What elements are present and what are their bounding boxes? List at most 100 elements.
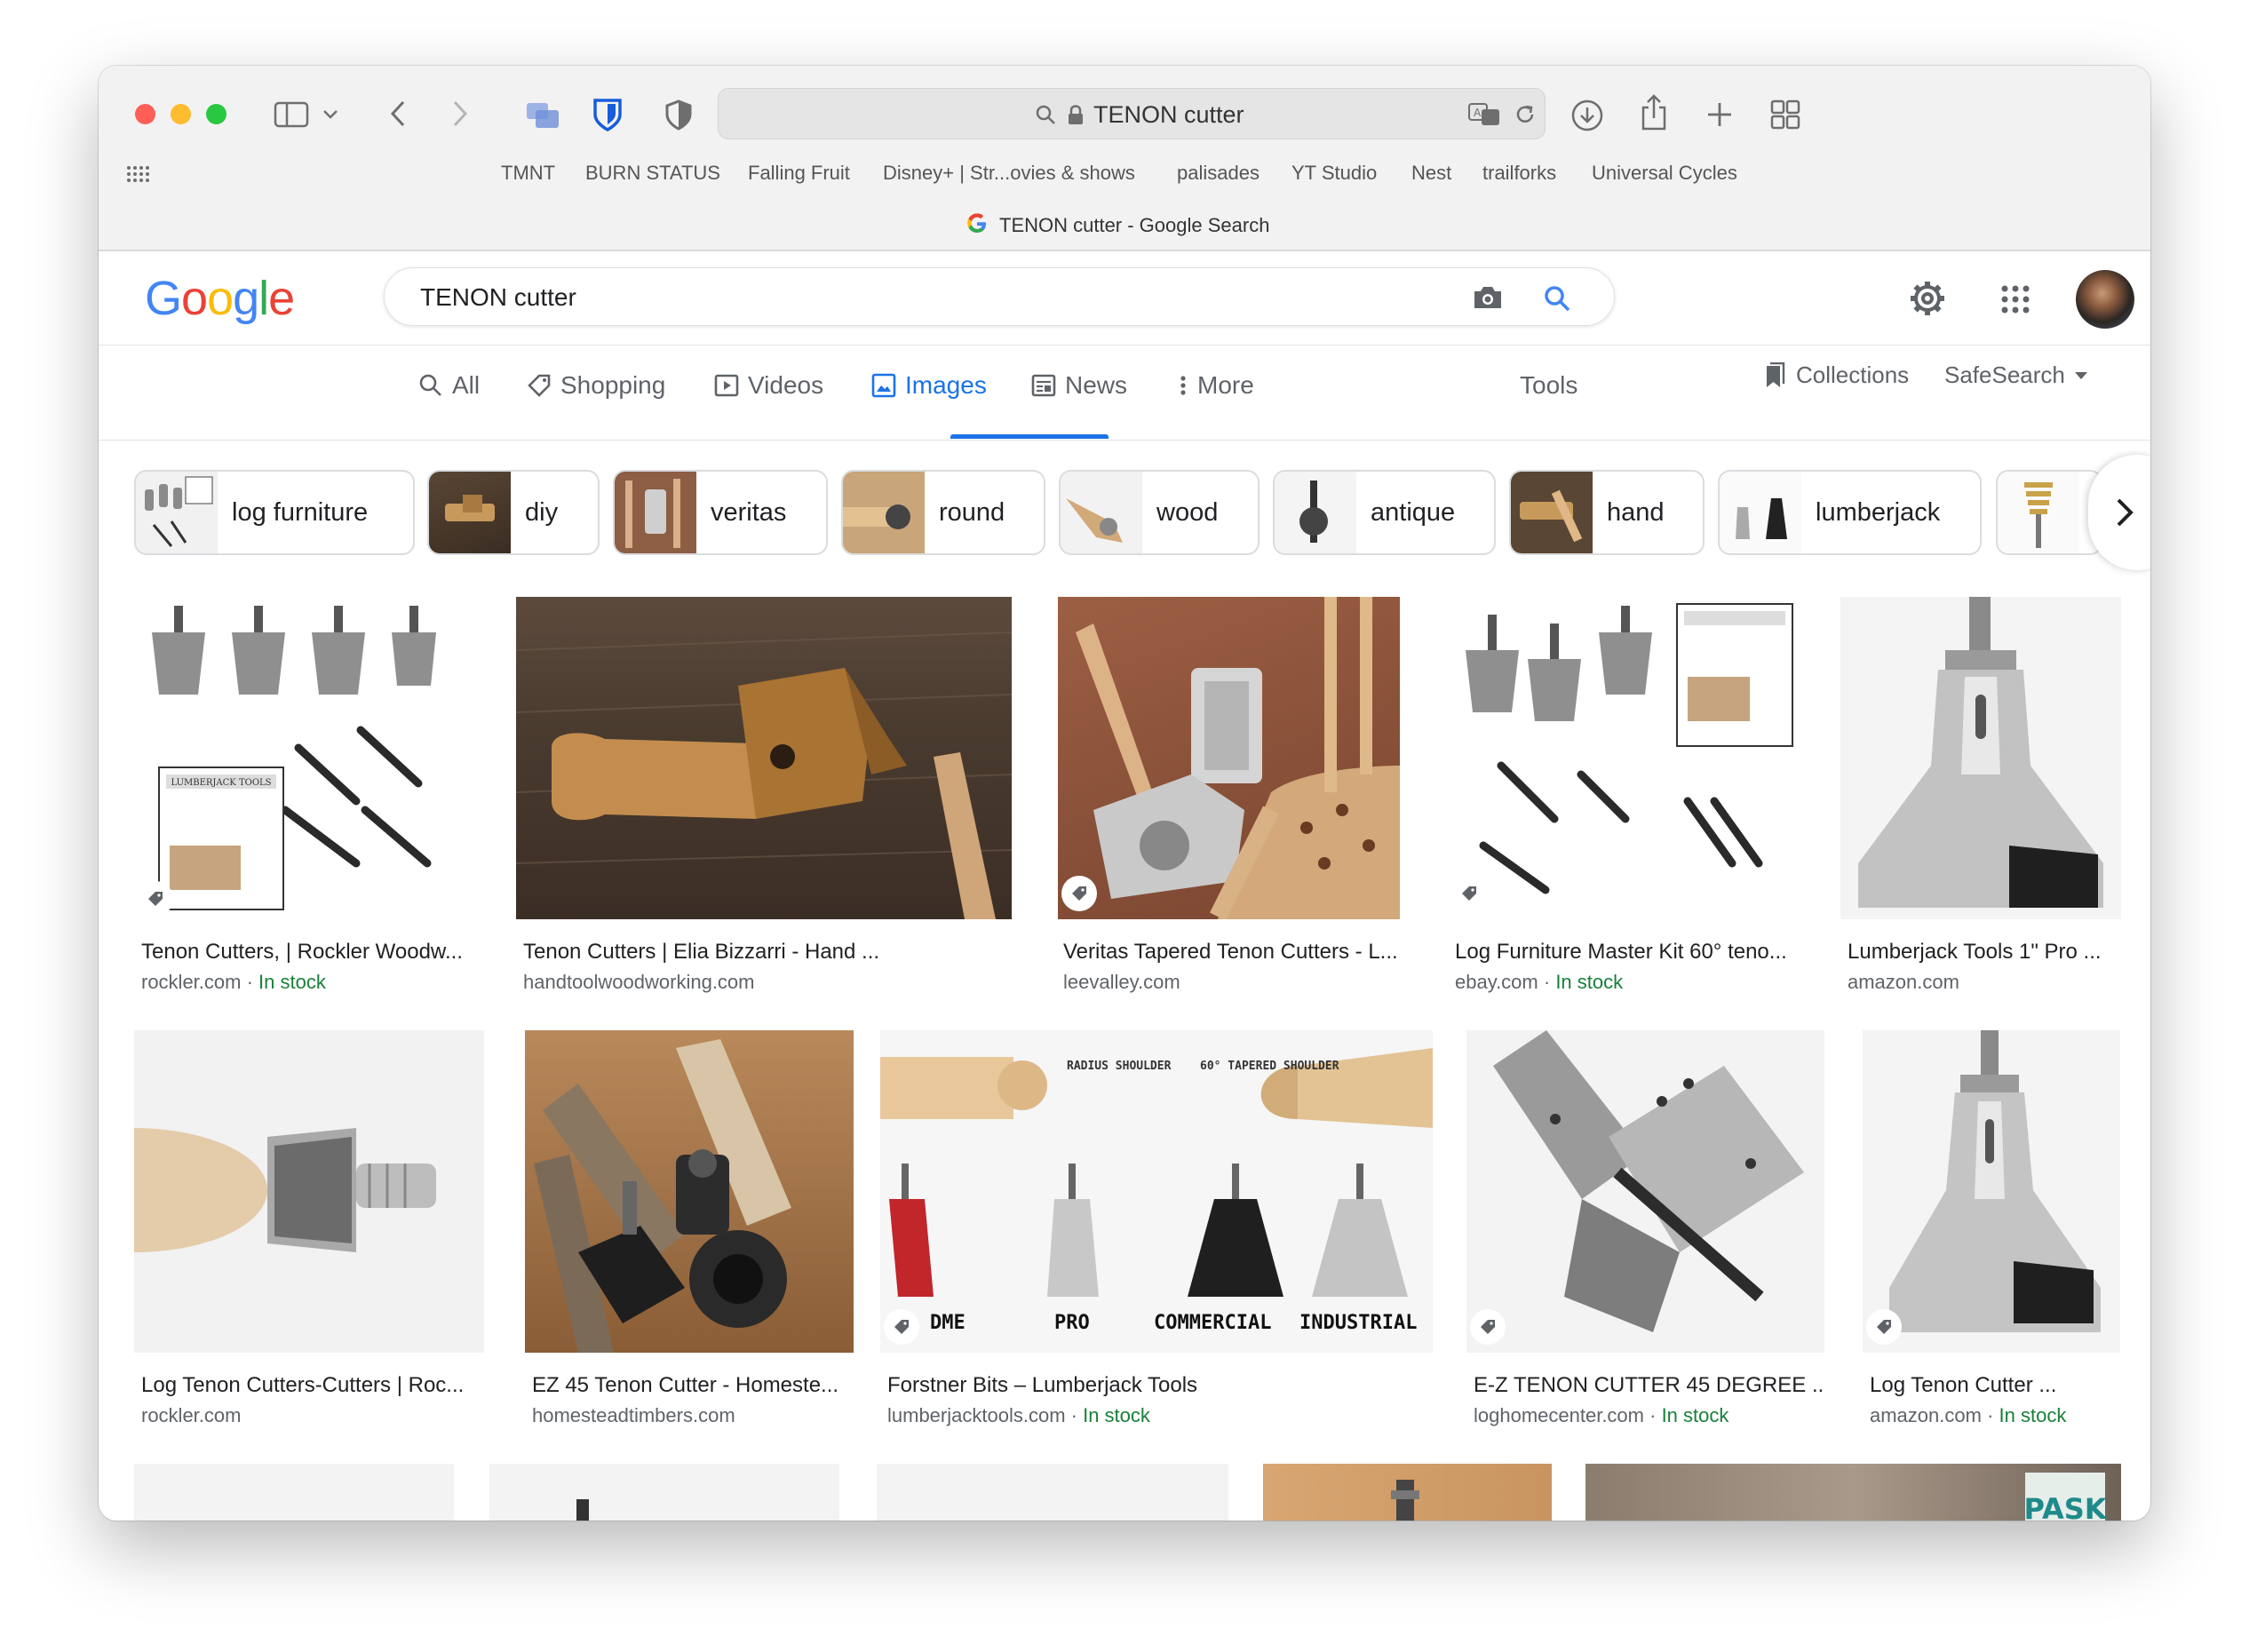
result-title[interactable]: E-Z TENON CUTTER 45 DEGREE ... [1474, 1373, 1824, 1398]
result-title[interactable]: Lumberjack Tools 1" Pro ... [1848, 940, 2123, 965]
avatar[interactable] [2076, 270, 2134, 329]
result-image[interactable] [1263, 1464, 1552, 1521]
result-title[interactable]: Log Furniture Master Kit 60° teno... [1455, 940, 1801, 965]
zoom-window-button[interactable] [206, 104, 226, 124]
chip-thumbnail [1720, 472, 1801, 553]
chip-round[interactable]: round [841, 470, 1045, 555]
result-image[interactable]: PASK [1585, 1464, 2121, 1521]
result-image[interactable] [1466, 1030, 1824, 1353]
price-tag-icon [1451, 876, 1487, 911]
reload-icon[interactable] [1512, 101, 1538, 128]
result-source: rockler.com · In stock [141, 971, 326, 993]
chip-label: veritas [711, 498, 787, 527]
bookmark-item[interactable]: Disney+ | Str...ovies & shows [883, 162, 1135, 185]
result-image[interactable] [489, 1464, 839, 1521]
bookmark-icon [1767, 361, 1785, 387]
price-tag-icon [884, 1309, 919, 1345]
result-source: homesteadtimbers.com [532, 1404, 735, 1426]
bookmarks-grid-icon[interactable] [125, 163, 150, 185]
chip-wood[interactable]: wood [1059, 470, 1260, 555]
minimize-window-button[interactable] [171, 104, 191, 124]
tab-label: More [1197, 371, 1254, 399]
bookmark-item[interactable]: trailforks [1482, 162, 1556, 185]
tab-all[interactable]: All [418, 371, 480, 400]
chip-veritas[interactable]: veritas [613, 470, 828, 555]
chip-partial[interactable] [1996, 470, 2102, 555]
forward-icon[interactable] [445, 98, 475, 130]
result-title[interactable]: Forstner Bits – Lumberjack Tools [887, 1373, 1420, 1398]
result-image[interactable] [877, 1464, 1228, 1521]
result-image[interactable] [1058, 597, 1400, 919]
result-title[interactable]: Tenon Cutters | Elia Bizzarri - Hand ... [523, 940, 1012, 965]
result-source: lumberjacktools.com · In stock [887, 1404, 1150, 1426]
result-image[interactable] [516, 597, 1012, 919]
result-title[interactable]: Veritas Tapered Tenon Cutters - L... [1063, 940, 1410, 965]
chip-lumberjack[interactable]: lumberjack [1718, 470, 1982, 555]
chip-antique[interactable]: antique [1273, 470, 1496, 555]
tab-news[interactable]: News [1031, 371, 1127, 400]
tab-shopping[interactable]: Shopping [527, 371, 665, 400]
browser-toolbar: TENON cutter A TMNT BURN STATUS Falling … [99, 66, 2150, 251]
collections-button[interactable]: Collections [1762, 361, 1909, 389]
bookmark-item[interactable]: Falling Fruit [748, 162, 850, 185]
search-input[interactable]: TENON cutter [420, 283, 576, 312]
price-tag-icon [1061, 876, 1097, 911]
google-logo[interactable]: Google [145, 271, 295, 326]
chevron-down-icon[interactable] [321, 105, 340, 124]
camera-icon[interactable] [1470, 282, 1506, 313]
result-image[interactable]: RADIUS SHOULDER 60° TAPERED SHOULDER DME… [880, 1030, 1433, 1353]
privacy-shield-icon[interactable] [663, 98, 695, 133]
tab-label: Images [905, 371, 987, 399]
result-title[interactable]: EZ 45 Tenon Cutter - Homeste... [532, 1373, 856, 1398]
image-caption: PRO [1054, 1312, 1090, 1334]
result-image[interactable] [134, 1464, 454, 1521]
sidebar-toggle-icon[interactable] [272, 99, 311, 130]
download-icon[interactable] [1570, 98, 1605, 133]
result-image[interactable] [1840, 597, 2121, 919]
bookmark-item[interactable]: Nest [1411, 162, 1451, 185]
result-image[interactable] [1448, 597, 1800, 919]
extension-icon[interactable] [525, 98, 560, 131]
search-icon[interactable] [1541, 282, 1573, 314]
back-icon[interactable] [383, 98, 413, 130]
tab-images[interactable]: Images [871, 371, 987, 400]
tools-button[interactable]: Tools [1520, 371, 1577, 400]
share-icon[interactable] [1638, 92, 1670, 133]
translate-icon[interactable]: A [1467, 101, 1501, 128]
new-tab-icon[interactable] [1705, 99, 1735, 130]
price-tag-icon [1866, 1309, 1902, 1345]
bookmark-item[interactable]: Universal Cycles [1592, 162, 1737, 185]
bookmark-item[interactable]: palisades [1177, 162, 1260, 185]
result-title[interactable]: Tenon Cutters, | Rockler Woodw... [141, 940, 479, 965]
url-text: TENON cutter [1093, 101, 1244, 128]
tab-videos[interactable]: Videos [714, 371, 823, 400]
tab-title[interactable]: TENON cutter - Google Search [999, 214, 1269, 237]
image-caption: RADIUS SHOULDER [1067, 1060, 1172, 1073]
result-image[interactable] [1863, 1030, 2120, 1353]
play-icon [714, 374, 739, 397]
chip-diy[interactable]: diy [427, 470, 600, 555]
apps-grid-icon[interactable] [1998, 282, 2033, 317]
address-bar[interactable]: TENON cutter A [718, 88, 1546, 139]
result-title[interactable]: Log Tenon Cutter ... [1870, 1373, 2127, 1398]
bookmark-item[interactable]: BURN STATUS [585, 162, 720, 185]
settings-gear-icon[interactable] [1907, 278, 1948, 319]
search-box[interactable]: TENON cutter [384, 267, 1615, 326]
result-image[interactable]: LUMBERJACK TOOLS [134, 597, 481, 919]
bookmark-item[interactable]: TMNT [501, 162, 555, 185]
bookmark-item[interactable]: YT Studio [1291, 162, 1377, 185]
image-caption: COMMERCIAL [1154, 1312, 1271, 1334]
result-image[interactable] [134, 1030, 484, 1353]
result-source: rockler.com [141, 1404, 242, 1426]
result-title[interactable]: Log Tenon Cutters-Cutters | Roc... [141, 1373, 484, 1398]
tab-overview-icon[interactable] [1768, 98, 1802, 131]
image-caption: 60° TAPERED SHOULDER [1200, 1060, 1339, 1073]
safesearch-dropdown[interactable]: SafeSearch [1944, 361, 2088, 389]
close-window-button[interactable] [135, 104, 155, 124]
result-image[interactable] [525, 1030, 854, 1353]
tab-more[interactable]: More [1178, 371, 1254, 400]
bitwarden-shield-icon[interactable] [590, 96, 625, 133]
tab-label: News [1065, 371, 1128, 399]
chip-hand[interactable]: hand [1509, 470, 1705, 555]
chip-log-furniture[interactable]: log furniture [134, 470, 415, 555]
